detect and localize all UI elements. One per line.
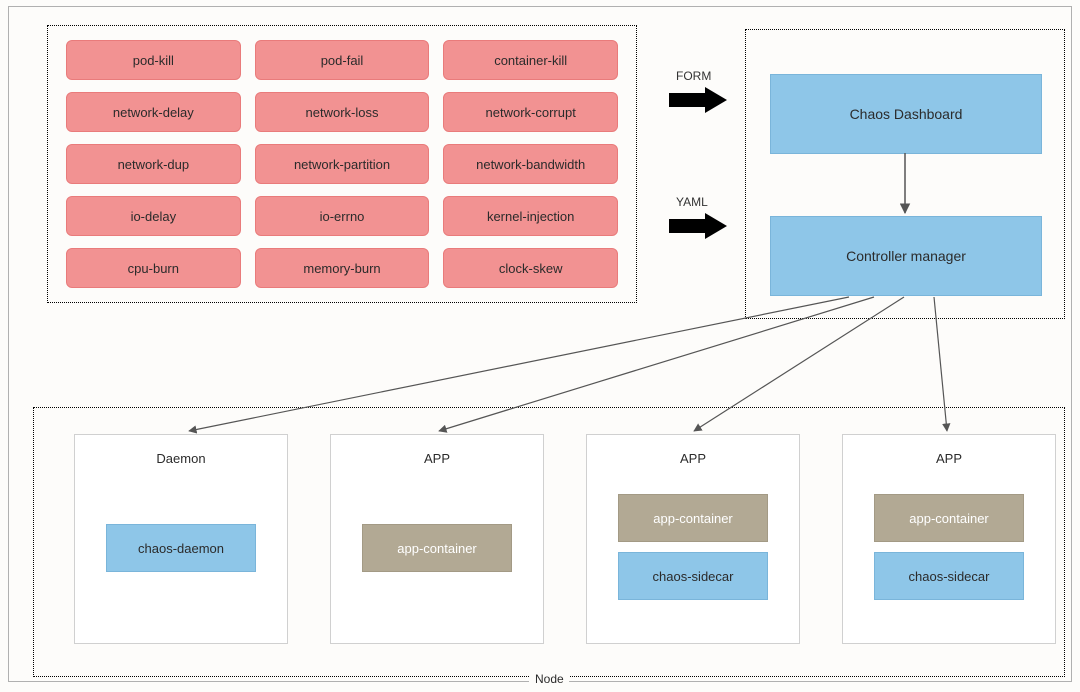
pod-app-1: APP app-container xyxy=(330,434,544,644)
diagram-canvas: pod-kill pod-fail container-kill network… xyxy=(8,6,1072,682)
arrow-form-icon xyxy=(669,87,729,113)
chaos-row: network-dup network-partition network-ba… xyxy=(66,144,618,184)
chaos-chip: kernel-injection xyxy=(443,196,618,236)
chaos-dashboard-box: Chaos Dashboard xyxy=(770,74,1042,154)
pod-app-3: APP app-container chaos-sidecar xyxy=(842,434,1056,644)
pod-title: APP xyxy=(424,451,450,466)
chaos-chip: cpu-burn xyxy=(66,248,241,288)
container-chaos-sidecar: chaos-sidecar xyxy=(874,552,1024,600)
chaos-chip: container-kill xyxy=(443,40,618,80)
chaos-chip: network-bandwidth xyxy=(443,144,618,184)
chaos-chip: network-corrupt xyxy=(443,92,618,132)
chaos-types-panel: pod-kill pod-fail container-kill network… xyxy=(47,25,637,303)
chaos-chip: pod-fail xyxy=(255,40,430,80)
pod-app-2: APP app-container chaos-sidecar xyxy=(586,434,800,644)
pod-title: Daemon xyxy=(156,451,205,466)
chaos-row: cpu-burn memory-burn clock-skew xyxy=(66,248,618,288)
chaos-chip: network-delay xyxy=(66,92,241,132)
container-chaos-sidecar: chaos-sidecar xyxy=(618,552,768,600)
container-chaos-daemon: chaos-daemon xyxy=(106,524,256,572)
input-yaml-label: YAML xyxy=(676,195,708,209)
chaos-chip: network-loss xyxy=(255,92,430,132)
pod-title: APP xyxy=(936,451,962,466)
chaos-row: io-delay io-errno kernel-injection xyxy=(66,196,618,236)
chaos-chip: memory-burn xyxy=(255,248,430,288)
pod-title: APP xyxy=(680,451,706,466)
chaos-chip: pod-kill xyxy=(66,40,241,80)
chaos-chip: clock-skew xyxy=(443,248,618,288)
pod-daemon: Daemon chaos-daemon xyxy=(74,434,288,644)
arrow-yaml-icon xyxy=(669,213,729,239)
node-label: Node xyxy=(529,672,569,686)
chaos-chip: io-delay xyxy=(66,196,241,236)
container-app: app-container xyxy=(362,524,512,572)
chaos-row: network-delay network-loss network-corru… xyxy=(66,92,618,132)
container-app: app-container xyxy=(618,494,768,542)
chaos-chip: network-dup xyxy=(66,144,241,184)
control-panel: Chaos Dashboard Controller manager xyxy=(745,29,1065,319)
chaos-chip: network-partition xyxy=(255,144,430,184)
controller-manager-box: Controller manager xyxy=(770,216,1042,296)
chaos-row: pod-kill pod-fail container-kill xyxy=(66,40,618,80)
chaos-chip: io-errno xyxy=(255,196,430,236)
node-panel: Daemon chaos-daemon APP app-container AP… xyxy=(33,407,1065,677)
container-app: app-container xyxy=(874,494,1024,542)
input-form-label: FORM xyxy=(676,69,711,83)
